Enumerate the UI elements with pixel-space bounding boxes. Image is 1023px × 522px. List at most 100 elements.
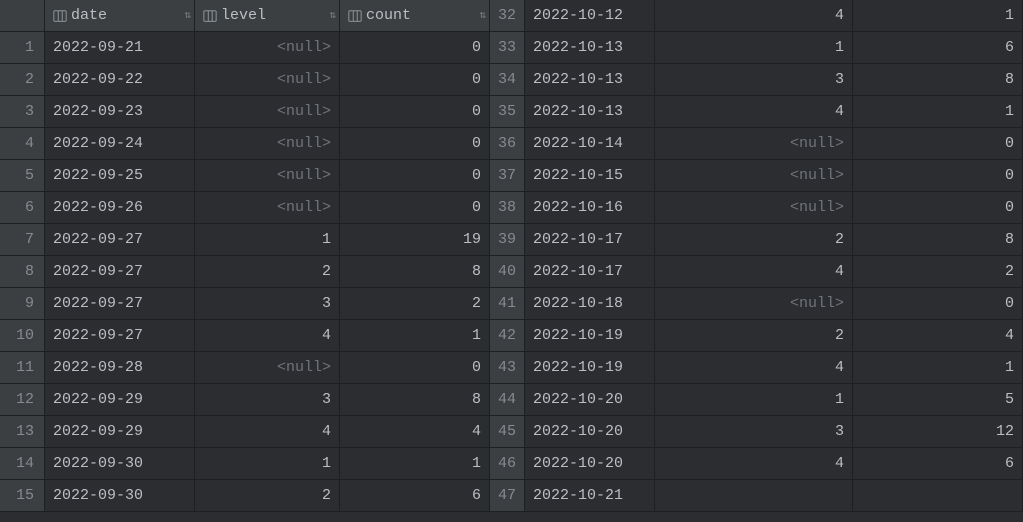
cell-count[interactable]: 0 bbox=[853, 288, 1023, 320]
cell-count[interactable]: 1 bbox=[853, 352, 1023, 384]
cell-count[interactable]: 2 bbox=[340, 288, 490, 320]
cell-level[interactable]: 4 bbox=[655, 352, 853, 384]
cell-level[interactable]: 3 bbox=[195, 288, 340, 320]
cell-count[interactable]: 8 bbox=[340, 256, 490, 288]
cell-date[interactable]: 2022-09-26 bbox=[45, 192, 195, 224]
cell-level[interactable]: 1 bbox=[655, 384, 853, 416]
row-number[interactable]: 3 bbox=[0, 96, 45, 128]
cell-date[interactable]: 2022-10-20 bbox=[525, 416, 655, 448]
row-number[interactable]: 47 bbox=[490, 480, 525, 512]
cell-level[interactable] bbox=[655, 480, 853, 512]
cell-date[interactable]: 2022-10-12 bbox=[525, 0, 655, 32]
cell-date[interactable]: 2022-09-23 bbox=[45, 96, 195, 128]
row-number[interactable]: 15 bbox=[0, 480, 45, 512]
cell-count[interactable]: 1 bbox=[340, 320, 490, 352]
cell-date[interactable]: 2022-10-20 bbox=[525, 384, 655, 416]
cell-date[interactable]: 2022-09-30 bbox=[45, 480, 195, 512]
cell-level[interactable]: 4 bbox=[195, 320, 340, 352]
row-number[interactable]: 7 bbox=[0, 224, 45, 256]
column-header-date[interactable]: date⇅ bbox=[45, 0, 195, 32]
row-number[interactable]: 41 bbox=[490, 288, 525, 320]
cell-level[interactable]: <null> bbox=[655, 160, 853, 192]
cell-level[interactable]: <null> bbox=[195, 352, 340, 384]
cell-count[interactable]: 19 bbox=[340, 224, 490, 256]
cell-count[interactable]: 8 bbox=[853, 224, 1023, 256]
cell-level[interactable]: <null> bbox=[195, 160, 340, 192]
row-number[interactable]: 35 bbox=[490, 96, 525, 128]
row-number[interactable]: 36 bbox=[490, 128, 525, 160]
cell-count[interactable]: 0 bbox=[340, 160, 490, 192]
cell-level[interactable]: <null> bbox=[195, 96, 340, 128]
cell-date[interactable]: 2022-09-29 bbox=[45, 416, 195, 448]
cell-level[interactable]: <null> bbox=[195, 192, 340, 224]
cell-count[interactable]: 5 bbox=[853, 384, 1023, 416]
cell-count[interactable]: 0 bbox=[340, 128, 490, 160]
row-number[interactable]: 9 bbox=[0, 288, 45, 320]
cell-level[interactable]: 4 bbox=[655, 0, 853, 32]
cell-count[interactable]: 0 bbox=[340, 96, 490, 128]
cell-count[interactable]: 12 bbox=[853, 416, 1023, 448]
cell-date[interactable]: 2022-10-13 bbox=[525, 32, 655, 64]
cell-date[interactable]: 2022-09-27 bbox=[45, 320, 195, 352]
cell-date[interactable]: 2022-09-25 bbox=[45, 160, 195, 192]
column-header-level[interactable]: level⇅ bbox=[195, 0, 340, 32]
row-number[interactable]: 43 bbox=[490, 352, 525, 384]
cell-date[interactable]: 2022-10-13 bbox=[525, 96, 655, 128]
cell-count[interactable]: 6 bbox=[853, 448, 1023, 480]
cell-date[interactable]: 2022-10-15 bbox=[525, 160, 655, 192]
cell-level[interactable]: <null> bbox=[655, 192, 853, 224]
cell-date[interactable]: 2022-10-17 bbox=[525, 224, 655, 256]
cell-level[interactable]: 4 bbox=[655, 256, 853, 288]
row-number[interactable]: 12 bbox=[0, 384, 45, 416]
cell-count[interactable]: 0 bbox=[340, 192, 490, 224]
cell-date[interactable]: 2022-10-16 bbox=[525, 192, 655, 224]
cell-level[interactable]: 1 bbox=[195, 448, 340, 480]
row-number[interactable]: 10 bbox=[0, 320, 45, 352]
row-number[interactable]: 33 bbox=[490, 32, 525, 64]
cell-count[interactable]: 8 bbox=[853, 64, 1023, 96]
cell-count[interactable]: 0 bbox=[853, 192, 1023, 224]
row-number[interactable]: 40 bbox=[490, 256, 525, 288]
cell-count[interactable]: 4 bbox=[340, 416, 490, 448]
row-number[interactable]: 5 bbox=[0, 160, 45, 192]
row-number[interactable]: 38 bbox=[490, 192, 525, 224]
column-header-count[interactable]: count⇅ bbox=[340, 0, 490, 32]
row-number[interactable]: 14 bbox=[0, 448, 45, 480]
cell-level[interactable]: 3 bbox=[195, 384, 340, 416]
row-number[interactable]: 13 bbox=[0, 416, 45, 448]
cell-level[interactable]: 2 bbox=[655, 224, 853, 256]
cell-date[interactable]: 2022-09-22 bbox=[45, 64, 195, 96]
cell-count[interactable]: 8 bbox=[340, 384, 490, 416]
row-number[interactable]: 32 bbox=[490, 0, 525, 32]
row-number[interactable]: 2 bbox=[0, 64, 45, 96]
row-number[interactable]: 6 bbox=[0, 192, 45, 224]
cell-level[interactable]: 1 bbox=[655, 32, 853, 64]
cell-count[interactable]: 0 bbox=[340, 64, 490, 96]
cell-level[interactable]: 4 bbox=[655, 96, 853, 128]
cell-level[interactable]: <null> bbox=[655, 128, 853, 160]
cell-date[interactable]: 2022-09-28 bbox=[45, 352, 195, 384]
cell-count[interactable]: 6 bbox=[853, 32, 1023, 64]
cell-level[interactable]: 2 bbox=[195, 480, 340, 512]
row-number[interactable]: 44 bbox=[490, 384, 525, 416]
row-number[interactable]: 37 bbox=[490, 160, 525, 192]
cell-date[interactable]: 2022-10-14 bbox=[525, 128, 655, 160]
cell-date[interactable]: 2022-10-21 bbox=[525, 480, 655, 512]
cell-level[interactable]: <null> bbox=[195, 32, 340, 64]
cell-level[interactable]: 4 bbox=[195, 416, 340, 448]
cell-date[interactable]: 2022-09-30 bbox=[45, 448, 195, 480]
row-number[interactable]: 39 bbox=[490, 224, 525, 256]
row-number[interactable]: 4 bbox=[0, 128, 45, 160]
cell-level[interactable]: 3 bbox=[655, 416, 853, 448]
cell-date[interactable]: 2022-09-29 bbox=[45, 384, 195, 416]
cell-date[interactable]: 2022-09-24 bbox=[45, 128, 195, 160]
cell-date[interactable]: 2022-09-27 bbox=[45, 288, 195, 320]
cell-date[interactable]: 2022-10-17 bbox=[525, 256, 655, 288]
cell-count[interactable] bbox=[853, 480, 1023, 512]
row-number[interactable]: 1 bbox=[0, 32, 45, 64]
row-number[interactable]: 45 bbox=[490, 416, 525, 448]
row-number[interactable]: 11 bbox=[0, 352, 45, 384]
cell-level[interactable]: 2 bbox=[195, 256, 340, 288]
row-number[interactable]: 8 bbox=[0, 256, 45, 288]
cell-date[interactable]: 2022-10-19 bbox=[525, 352, 655, 384]
